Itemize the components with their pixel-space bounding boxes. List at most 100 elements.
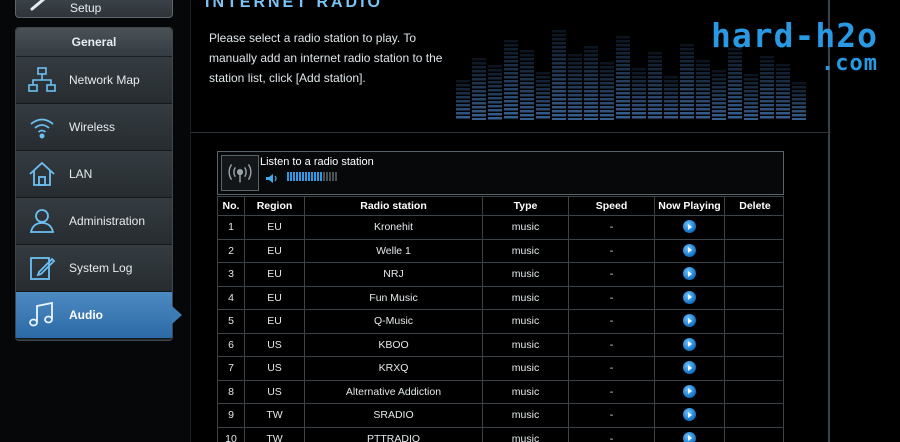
cell-now-playing bbox=[654, 286, 724, 310]
equalizer-bar bbox=[520, 94, 534, 97]
equalizer-bar bbox=[664, 76, 678, 79]
equalizer-bar bbox=[776, 64, 790, 67]
play-icon[interactable] bbox=[683, 290, 696, 304]
play-icon[interactable] bbox=[683, 243, 696, 257]
equalizer-bar bbox=[648, 84, 662, 87]
nav-setup[interactable]: Setup bbox=[15, 0, 173, 18]
equalizer-bar bbox=[648, 68, 662, 71]
equalizer-bar bbox=[632, 108, 646, 111]
equalizer-bar bbox=[728, 76, 742, 79]
cell-station: Q-Music bbox=[304, 310, 482, 334]
column-header-now-playing: Now Playing bbox=[654, 197, 724, 217]
equalizer-bar bbox=[568, 98, 582, 101]
equalizer-bar bbox=[488, 69, 502, 72]
equalizer-bar bbox=[472, 106, 486, 109]
equalizer-bar bbox=[664, 104, 678, 107]
equalizer-bar bbox=[696, 80, 710, 83]
equalizer-bar bbox=[504, 88, 518, 91]
equalizer-bar bbox=[648, 96, 662, 99]
equalizer-bar bbox=[472, 114, 486, 117]
equalizer-bar bbox=[792, 98, 806, 101]
cell-speed: - bbox=[568, 380, 654, 404]
equalizer-bar bbox=[472, 98, 486, 101]
speaker-icon[interactable] bbox=[265, 173, 279, 184]
equalizer-bar bbox=[488, 73, 502, 76]
equalizer-bar bbox=[760, 64, 774, 67]
sidebar-item-wireless[interactable]: Wireless bbox=[16, 104, 172, 151]
play-icon[interactable] bbox=[683, 408, 696, 421]
system-log-icon bbox=[30, 257, 56, 280]
equalizer-bar bbox=[456, 96, 470, 99]
equalizer-bar bbox=[680, 68, 694, 71]
sidebar-item-audio[interactable]: Audio bbox=[16, 292, 182, 339]
equalizer-bar bbox=[792, 102, 806, 105]
play-icon[interactable] bbox=[683, 431, 696, 442]
sidebar-item-label: System Log bbox=[69, 261, 133, 275]
equalizer-bar bbox=[760, 80, 774, 83]
play-icon[interactable] bbox=[683, 220, 696, 233]
equalizer-bar bbox=[616, 68, 630, 71]
equalizer-bar bbox=[712, 74, 726, 77]
equalizer-bar bbox=[712, 110, 726, 113]
play-icon[interactable] bbox=[683, 337, 696, 351]
column-header-speed: Speed bbox=[568, 197, 654, 217]
play-icon[interactable] bbox=[683, 361, 696, 374]
equalizer-bar bbox=[712, 106, 726, 109]
sidebar-item-network-map[interactable]: Network Map bbox=[16, 57, 172, 104]
equalizer-bar bbox=[696, 96, 710, 99]
equalizer-bar bbox=[600, 102, 614, 105]
equalizer-bar bbox=[472, 118, 486, 120]
equalizer-bar bbox=[472, 62, 486, 65]
sidebar-item-label: Audio bbox=[69, 308, 103, 322]
volume-segment bbox=[320, 172, 322, 181]
equalizer-bar bbox=[520, 50, 534, 53]
play-icon[interactable] bbox=[683, 314, 696, 327]
cell-speed: - bbox=[568, 427, 654, 442]
equalizer-bar bbox=[552, 66, 566, 69]
equalizer-bar bbox=[520, 110, 534, 113]
equalizer-bar bbox=[792, 110, 806, 113]
equalizer-bar bbox=[488, 77, 502, 80]
equalizer-bar bbox=[600, 66, 614, 69]
equalizer-bar bbox=[568, 54, 582, 57]
equalizer-bar bbox=[536, 88, 550, 91]
equalizer-bar bbox=[632, 84, 646, 87]
equalizer-bar bbox=[472, 110, 486, 113]
equalizer-bar bbox=[680, 112, 694, 115]
equalizer-bar bbox=[552, 54, 566, 57]
equalizer-bar bbox=[552, 74, 566, 77]
play-icon[interactable] bbox=[683, 267, 696, 280]
sidebar-item-administration[interactable]: Administration bbox=[16, 198, 172, 245]
equalizer-bar bbox=[616, 72, 630, 75]
cell-type: music bbox=[482, 333, 568, 357]
equalizer-bar bbox=[552, 102, 566, 105]
cell-region: EU bbox=[244, 239, 304, 263]
equalizer-bar bbox=[744, 94, 758, 97]
equalizer-bar bbox=[760, 96, 774, 99]
column-header-no: No. bbox=[222, 200, 240, 212]
equalizer-bar bbox=[568, 106, 582, 109]
sidebar-item-system-log[interactable]: System Log bbox=[16, 245, 172, 292]
volume-slider[interactable] bbox=[287, 172, 339, 181]
equalizer-bar bbox=[568, 66, 582, 69]
sidebar-item-lan[interactable]: LAN bbox=[16, 151, 172, 198]
equalizer-bar bbox=[504, 44, 518, 47]
equalizer-bar bbox=[552, 90, 566, 93]
nav-group-title: General bbox=[16, 28, 172, 57]
equalizer-bar bbox=[744, 98, 758, 101]
play-icon[interactable] bbox=[683, 384, 696, 398]
volume-segment bbox=[290, 172, 292, 181]
equalizer-bar bbox=[472, 86, 486, 89]
cell-delete bbox=[724, 380, 785, 404]
cell-region: TW bbox=[244, 404, 304, 428]
cell-region: US bbox=[244, 380, 304, 404]
equalizer-bar bbox=[648, 100, 662, 103]
equalizer-bar bbox=[504, 56, 518, 59]
cell-speed: - bbox=[568, 263, 654, 287]
equalizer-bar bbox=[632, 80, 646, 83]
volume-segment bbox=[326, 172, 328, 181]
equalizer-bar bbox=[504, 40, 518, 43]
equalizer-bar bbox=[696, 68, 710, 71]
equalizer-bar bbox=[792, 90, 806, 93]
equalizer-bar bbox=[536, 100, 550, 103]
